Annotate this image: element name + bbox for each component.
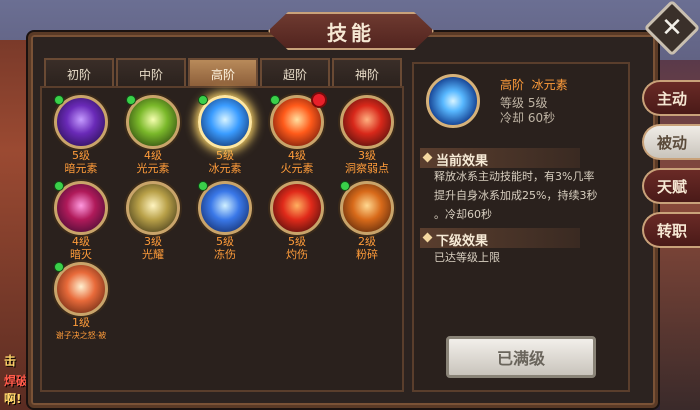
- skill-icon: [270, 92, 327, 149]
- skill-item[interactable]: 5级 冰元素: [190, 95, 260, 175]
- skill-name: 洞察弱点: [345, 162, 389, 175]
- title-plate: 技能: [268, 12, 434, 50]
- skill-item[interactable]: 4级 暗灭: [46, 181, 116, 261]
- skill-item[interactable]: 4级 光元素: [118, 95, 188, 175]
- skill-icon: [54, 181, 108, 235]
- upgradable-dot-icon: [54, 95, 64, 105]
- skill-tier-element: 高阶 冰元素: [500, 76, 568, 93]
- skill-icon: [126, 181, 180, 235]
- skill-item[interactable]: 3级 洞察弱点: [332, 95, 402, 175]
- skill-level: 5级: [216, 235, 234, 248]
- maxed-button[interactable]: 已满级: [446, 336, 596, 378]
- tier-tabs: 初阶 中阶 高阶 超阶 神阶: [44, 58, 402, 88]
- skill-icon: [54, 95, 108, 149]
- skill-icon: [270, 181, 324, 235]
- skill-name: 冻伤: [214, 248, 236, 261]
- left-edge-text-3: 啊!: [4, 392, 22, 406]
- current-effect-header: 当前效果: [420, 148, 580, 169]
- selected-skill-icon: [426, 74, 480, 128]
- skill-item[interactable]: 5级 冻伤: [190, 181, 260, 261]
- page-title: 技能: [327, 20, 375, 45]
- next-effect-text: 已达等级上限: [434, 251, 500, 264]
- skill-level: 4级: [288, 149, 306, 162]
- upgradable-dot-icon: [340, 181, 350, 191]
- skill-name: 冰元素: [208, 162, 242, 175]
- upgradable-dot-icon: [198, 181, 208, 191]
- skill-element: 冰元素: [531, 78, 568, 92]
- skill-name: 暗元素: [64, 162, 98, 175]
- upgradable-dot-icon: [126, 95, 136, 105]
- side-nav-passive-skills[interactable]: 被动: [642, 124, 700, 160]
- skill-item[interactable]: 5级 灼伤: [262, 181, 332, 261]
- skill-level: 3级: [358, 149, 376, 162]
- side-nav-active-skills[interactable]: 主动: [642, 80, 700, 116]
- current-effect-line-1: 释放冰系主动技能时，有3%几率: [434, 170, 595, 183]
- skill-level: 2级: [358, 235, 376, 248]
- tab-tier-5[interactable]: 神阶: [332, 58, 402, 88]
- notification-dot-icon: [311, 92, 327, 108]
- skill-name: 粉碎: [356, 248, 378, 261]
- skill-level: 5级: [72, 149, 90, 162]
- upgradable-dot-icon: [270, 95, 280, 105]
- skill-item[interactable]: 2级 粉碎: [332, 181, 402, 261]
- tab-tier-2[interactable]: 中阶: [116, 58, 186, 88]
- skill-icon: [340, 181, 394, 235]
- tab-tier-3[interactable]: 高阶: [188, 58, 258, 88]
- skill-item[interactable]: 4级 火元素: [262, 92, 332, 175]
- skill-name: 暗灭: [70, 248, 92, 261]
- left-edge-text-2: 焊破: [4, 374, 29, 388]
- skill-level: 5级: [216, 149, 234, 162]
- tab-tier-4[interactable]: 超阶: [260, 58, 330, 88]
- skill-level: 3级: [144, 235, 162, 248]
- skill-icon: [340, 95, 394, 149]
- current-effect-line-3: 。冷却60秒: [434, 208, 492, 221]
- skill-name: 光耀: [142, 248, 164, 261]
- skill-name: 火元素: [280, 162, 314, 175]
- skill-name: 光元素: [136, 162, 170, 175]
- skill-level: 1级: [72, 316, 90, 329]
- next-effect-title: 下级效果: [436, 234, 489, 249]
- current-effect-text: 释放冰系主动技能时，有3%几率 提升自身冰系加成25%，持续3秒 。冷却60秒: [434, 167, 597, 224]
- skill-icon: [126, 95, 180, 149]
- side-nav-talents[interactable]: 天赋: [642, 168, 700, 204]
- skill-cooldown: 冷却 60秒: [500, 111, 556, 125]
- upgradable-dot-icon: [198, 95, 208, 105]
- skill-level: 4级: [144, 149, 162, 162]
- skill-item[interactable]: 1级谢子决之怒·被: [46, 262, 116, 342]
- skill-icon: [198, 95, 252, 149]
- skill-icon: [54, 262, 108, 316]
- skill-item[interactable]: 5级 暗元素: [46, 95, 116, 175]
- skill-level: 4级: [72, 235, 90, 248]
- upgradable-dot-icon: [54, 181, 64, 191]
- side-nav-job-change[interactable]: 转职: [642, 212, 700, 248]
- skill-item[interactable]: 3级 光耀: [118, 181, 188, 261]
- current-effect-line-2: 提升自身冰系加成25%，持续3秒: [434, 189, 598, 202]
- skill-name: 灼伤: [286, 248, 308, 261]
- next-effect-header: 下级效果: [420, 228, 580, 249]
- skill-name: 谢子决之怒·被: [55, 331, 107, 340]
- skill-tier: 高阶: [500, 78, 525, 92]
- left-edge-text-1: 击: [4, 354, 17, 368]
- upgradable-dot-icon: [54, 262, 64, 272]
- skill-icon: [198, 181, 252, 235]
- skill-level: 5级: [288, 235, 306, 248]
- close-icon: ✕: [661, 13, 683, 43]
- tab-tier-1[interactable]: 初阶: [44, 58, 114, 88]
